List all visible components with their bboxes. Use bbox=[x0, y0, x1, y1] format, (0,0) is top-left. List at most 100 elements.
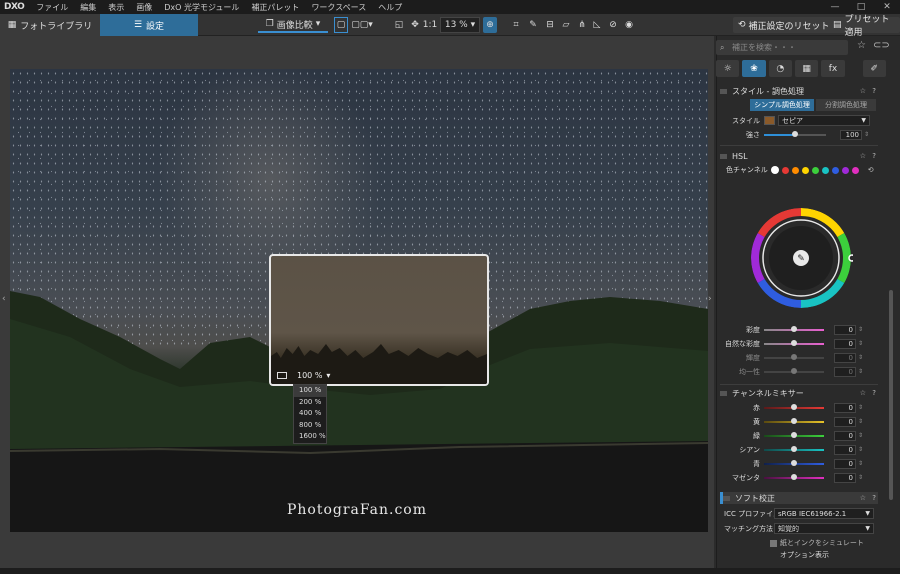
channel-dot-orange[interactable] bbox=[791, 166, 799, 174]
strength-slider[interactable] bbox=[764, 130, 826, 137]
tab-detail[interactable]: ◔ bbox=[768, 60, 792, 77]
hsl-color-wheel[interactable]: ✎ bbox=[749, 206, 853, 310]
mixer-section-header[interactable]: チャンネルミキサー ☆ ? bbox=[720, 387, 878, 399]
menu-image[interactable]: 画像 bbox=[130, 2, 158, 13]
menu-optics[interactable]: DxO 光学モジュール bbox=[158, 2, 245, 13]
channel-dot-cyan[interactable] bbox=[821, 166, 829, 174]
split-view-button[interactable]: ▢▢▾ bbox=[350, 17, 374, 33]
channel-dot-blue[interactable] bbox=[831, 166, 839, 174]
spinner-icon[interactable]: ⇕ bbox=[858, 418, 863, 425]
softproof-section-header[interactable]: ソフト校正 ☆ ? bbox=[720, 492, 878, 504]
menu-edit[interactable]: 編集 bbox=[74, 2, 102, 13]
uniformity-slider[interactable] bbox=[764, 367, 824, 374]
compare-button[interactable]: ❐ 画像比較 ▾ bbox=[258, 17, 328, 33]
spinner-icon[interactable]: ⇕ bbox=[858, 474, 863, 481]
crop-button[interactable]: ⌗ bbox=[510, 17, 522, 33]
mixer-slider-blue[interactable] bbox=[764, 459, 824, 466]
loupe-zoom-select[interactable]: 100 % ▾ bbox=[297, 371, 330, 380]
tab-geometry[interactable]: ▦ bbox=[794, 60, 819, 77]
pan-button[interactable]: ✥ bbox=[409, 17, 421, 33]
spinner-icon[interactable]: ⇕ bbox=[858, 404, 863, 411]
collapse-right-icon[interactable]: › bbox=[708, 294, 712, 304]
tab-local[interactable]: ✐ bbox=[862, 60, 886, 77]
apply-preset-button[interactable]: ▤ プリセット適用 bbox=[828, 15, 900, 38]
style-dropdown[interactable]: セピア ▼ bbox=[778, 115, 870, 126]
menu-file[interactable]: ファイル bbox=[30, 2, 74, 13]
menu-palettes[interactable]: 補正パレット bbox=[245, 2, 305, 13]
menu-view[interactable]: 表示 bbox=[102, 2, 130, 13]
perspective-button[interactable]: ⏥ bbox=[560, 17, 572, 33]
zoom-tool-button[interactable]: ⊕ bbox=[483, 17, 497, 33]
reset-channel-icon[interactable]: ⟲ bbox=[868, 166, 874, 174]
mixer-slider-magenta[interactable] bbox=[764, 473, 824, 480]
spinner-icon[interactable]: ⇕ bbox=[858, 326, 863, 333]
mixer-value-yellow[interactable]: 0 bbox=[834, 416, 856, 427]
loupe-window[interactable]: 100 % ▾ bbox=[269, 254, 489, 386]
tab-color[interactable]: ❀ bbox=[742, 60, 766, 77]
mixer-value-blue[interactable]: 0 bbox=[834, 458, 856, 469]
local-adjust-button[interactable]: ◺ bbox=[591, 17, 603, 33]
mixer-slider-cyan[interactable] bbox=[764, 445, 824, 452]
luminance-slider[interactable] bbox=[764, 353, 824, 360]
channel-dot-purple[interactable] bbox=[841, 166, 849, 174]
simple-toning-button[interactable]: シンプル調色処理 bbox=[750, 99, 814, 111]
zoom-option-200[interactable]: 200 % bbox=[294, 397, 326, 409]
icc-dropdown[interactable]: sRGB IEC61966-2.1 ▼ bbox=[774, 508, 874, 519]
one-to-one-button[interactable]: 1:1 bbox=[423, 17, 437, 33]
search-input[interactable]: ⌕ 補正を検索・・・ bbox=[716, 40, 848, 55]
section-toggle[interactable] bbox=[720, 153, 727, 159]
vibrance-slider[interactable] bbox=[764, 339, 824, 346]
spinner-icon[interactable]: ⇕ bbox=[858, 432, 863, 439]
strength-value[interactable]: 100 bbox=[840, 129, 862, 140]
channel-dot-all[interactable] bbox=[770, 166, 779, 174]
mixer-value-cyan[interactable]: 0 bbox=[834, 444, 856, 455]
mixer-value-red[interactable]: 0 bbox=[834, 402, 856, 413]
simulate-paper-checkbox[interactable] bbox=[770, 539, 777, 547]
reset-settings-button[interactable]: ⟲ 補正設定のリセット bbox=[733, 17, 835, 33]
spinner-icon[interactable]: ⇕ bbox=[858, 354, 863, 361]
star-icon[interactable]: ☆ bbox=[857, 40, 866, 51]
collapse-left-icon[interactable]: ‹ bbox=[2, 294, 6, 304]
luminance-value[interactable]: 0 bbox=[834, 352, 856, 363]
saturation-value[interactable]: 0 bbox=[834, 324, 856, 335]
menu-help[interactable]: ヘルプ bbox=[372, 2, 408, 13]
panel-scrollbar[interactable] bbox=[889, 290, 893, 500]
horizon-button[interactable]: ⊟ bbox=[543, 17, 557, 33]
volume-button[interactable]: ⋔ bbox=[576, 17, 588, 33]
single-view-button[interactable]: ▢ bbox=[334, 17, 348, 33]
zoom-option-100[interactable]: 100 % bbox=[294, 385, 326, 397]
zoom-option-400[interactable]: 400 % bbox=[294, 408, 326, 420]
mixer-value-magenta[interactable]: 0 bbox=[834, 472, 856, 483]
spinner-icon[interactable]: ⇕ bbox=[858, 340, 863, 347]
zoom-select[interactable]: 13 % ▾ bbox=[440, 17, 480, 33]
spinner-icon[interactable]: ⇕ bbox=[864, 131, 869, 138]
saturation-slider[interactable] bbox=[764, 325, 824, 332]
style-section-header[interactable]: スタイル - 調色処理 ☆ ? bbox=[720, 85, 878, 97]
show-options-link[interactable]: オプション表示 bbox=[780, 550, 829, 560]
tab-effects[interactable]: fx bbox=[821, 60, 845, 77]
vibrance-value[interactable]: 0 bbox=[834, 338, 856, 349]
fit-screen-button[interactable]: ◱ bbox=[393, 17, 405, 33]
section-toggle[interactable] bbox=[720, 390, 727, 396]
mixer-slider-green[interactable] bbox=[764, 431, 824, 438]
channel-dot-magenta[interactable] bbox=[851, 166, 859, 174]
menu-workspace[interactable]: ワークスペース bbox=[305, 2, 372, 13]
uniformity-value[interactable]: 0 bbox=[834, 366, 856, 377]
hsl-section-header[interactable]: HSL ☆ ? bbox=[720, 150, 878, 162]
mixer-slider-yellow[interactable] bbox=[764, 417, 824, 424]
zoom-option-800[interactable]: 800 % bbox=[294, 420, 326, 432]
mixer-slider-red[interactable] bbox=[764, 403, 824, 410]
tab-light[interactable]: ☼ bbox=[716, 60, 740, 77]
spinner-icon[interactable]: ⇕ bbox=[858, 368, 863, 375]
split-toning-button[interactable]: 分割調色処理 bbox=[816, 99, 876, 111]
channel-dot-red[interactable] bbox=[781, 166, 789, 174]
spinner-icon[interactable]: ⇕ bbox=[858, 460, 863, 467]
channel-dot-yellow[interactable] bbox=[801, 166, 809, 174]
preview-button[interactable]: ◉ bbox=[623, 17, 635, 33]
repair-button[interactable]: ⊘ bbox=[607, 17, 619, 33]
tab-settings[interactable]: ☰ 設定 bbox=[100, 14, 198, 36]
matching-dropdown[interactable]: 知覚的 ▼ bbox=[774, 523, 874, 534]
section-toggle[interactable] bbox=[723, 495, 730, 501]
spinner-icon[interactable]: ⇕ bbox=[858, 446, 863, 453]
tab-photo-library[interactable]: ▦ フォトライブラリ bbox=[0, 14, 100, 36]
